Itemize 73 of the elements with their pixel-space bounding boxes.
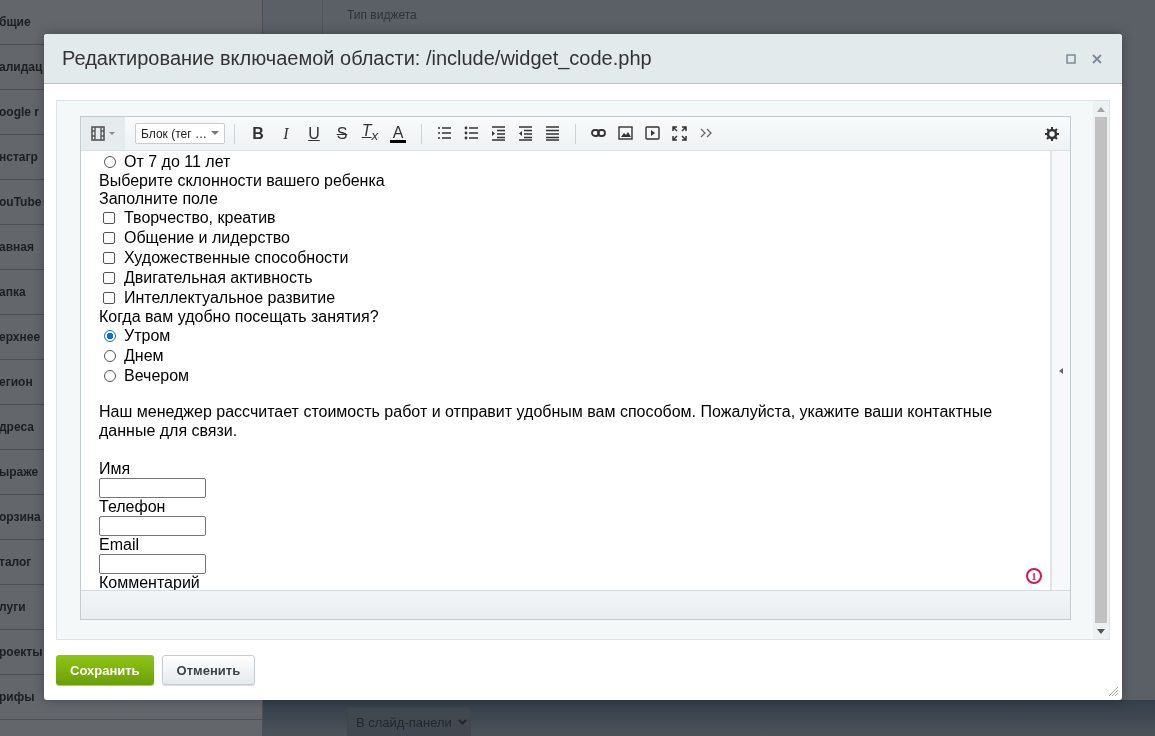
radio-label: Вечером: [124, 367, 190, 385]
form-label: Телефон: [99, 498, 166, 515]
checkbox[interactable]: [103, 212, 115, 224]
maximize-icon[interactable]: [1066, 53, 1076, 64]
italic-button[interactable]: I: [272, 124, 300, 143]
scrollbar-thumb[interactable]: [1095, 117, 1107, 623]
bullet-list-icon[interactable]: [464, 126, 479, 141]
radio-button[interactable]: [104, 330, 116, 342]
radio-label: От 7 до 11 лет: [124, 153, 231, 171]
checkbox[interactable]: [103, 272, 115, 284]
source-mode-button[interactable]: [81, 117, 125, 150]
form-label: Заполните поле: [99, 190, 218, 207]
info-paragraph: Наш менеджер рассчитает стоимость работ и отправит удобным вам способом. Пожалуйста, укажите ваши контактные данные для связи.: [99, 402, 994, 440]
form-label: Имя: [99, 460, 131, 477]
sidebar-item[interactable]: роекты: [0, 645, 43, 659]
input-field[interactable]: [99, 478, 206, 498]
close-icon[interactable]: [1092, 53, 1102, 64]
chevron-down-icon: [457, 719, 467, 725]
form-label: Когда вам удобно посещать занятия?: [99, 308, 379, 325]
sidebar-item[interactable]: рифы: [0, 690, 35, 704]
form-label: Выберите склонности вашего ребенка: [99, 172, 385, 189]
strikethrough-button[interactable]: S: [328, 124, 356, 143]
input-field[interactable]: [99, 516, 206, 536]
sidebar-item[interactable]: ерхнее: [0, 330, 41, 344]
sidebar-item[interactable]: нстагр: [0, 150, 38, 164]
sidebar-item[interactable]: егион: [0, 375, 33, 389]
sidebar-item[interactable]: oogle r: [0, 105, 39, 119]
justify-icon[interactable]: [545, 126, 560, 141]
sidebar-item[interactable]: ouTube: [0, 195, 42, 209]
radio-button[interactable]: [104, 350, 116, 362]
settings-icon[interactable]: [1045, 126, 1059, 141]
caret-icon: [211, 131, 219, 136]
input-field[interactable]: [99, 554, 206, 574]
dialog-title: Редактирование включаемой области: /include/widget_code.php: [62, 47, 653, 70]
checkbox[interactable]: [103, 252, 115, 264]
checkbox-label: Общение и лидерство: [124, 229, 290, 247]
radio-label: Утром: [124, 327, 171, 345]
checkbox[interactable]: [103, 232, 115, 244]
film-icon: [91, 126, 105, 141]
underline-button[interactable]: U: [300, 124, 328, 143]
sidebar-item[interactable]: талог: [0, 555, 32, 569]
error-count-badge: 1: [1026, 568, 1042, 584]
cancel-button[interactable]: Отменить: [161, 655, 256, 685]
block-format-select[interactable]: Блок (тег …: [135, 123, 225, 144]
checkbox-label: Художественные способности: [124, 249, 349, 267]
radio-label: Днем: [124, 347, 164, 365]
sidebar-item[interactable]: алидац: [0, 60, 43, 74]
text-color-button[interactable]: A: [390, 124, 406, 143]
radio-button[interactable]: [104, 156, 116, 168]
sidebar-item[interactable]: апка: [0, 285, 26, 299]
checkbox[interactable]: [103, 292, 115, 304]
clear-format-button[interactable]: T$_{x}$: [356, 121, 384, 146]
sidebar-item[interactable]: орзина: [0, 510, 41, 524]
sidebar-item[interactable]: бщие: [0, 15, 31, 29]
radio-button[interactable]: [104, 370, 116, 382]
image-icon[interactable]: [618, 126, 633, 141]
form-label: Email: [99, 536, 139, 553]
bold-button[interactable]: B: [244, 124, 272, 143]
collapse-arrow-icon[interactable]: [1059, 367, 1063, 374]
fullscreen-icon[interactable]: [672, 126, 687, 141]
numbered-list-icon[interactable]: [437, 126, 452, 141]
caret-icon: [109, 131, 115, 136]
indent-icon[interactable]: [491, 126, 506, 141]
checkbox-label: Творчество, креатив: [124, 209, 276, 227]
save-button[interactable]: Сохранить: [56, 655, 154, 685]
checkbox-label: Интеллектуальное развитие: [124, 289, 336, 307]
checkbox-label: Двигательная активность: [124, 269, 313, 287]
outdent-icon[interactable]: [518, 126, 533, 141]
sidebar-item[interactable]: авная: [0, 240, 34, 254]
scroll-down-icon[interactable]: [1097, 628, 1105, 634]
resize-grip-icon[interactable]: [1108, 686, 1119, 697]
video-icon[interactable]: [645, 126, 660, 141]
sidebar-item[interactable]: ыраже: [0, 465, 39, 479]
